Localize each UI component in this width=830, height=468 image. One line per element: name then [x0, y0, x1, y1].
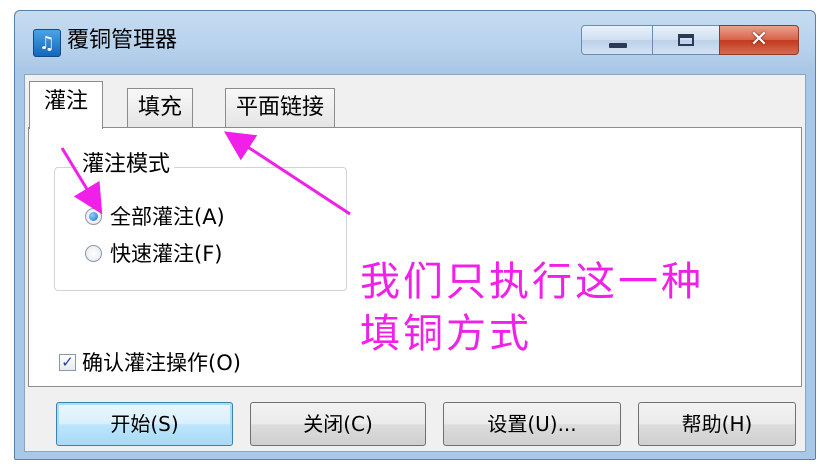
pour-mode-group: 灌注模式 全部灌注(A) 快速灌注(F)	[54, 150, 347, 291]
dialog-client-area: 灌注 填充 平面链接 灌注模式 全部灌注(A) 快速灌注(F) 我们只执行这一种…	[24, 74, 806, 452]
radio-pour-all-indicator[interactable]	[85, 207, 102, 225]
pour-mode-legend: 灌注模式	[78, 150, 175, 180]
maximize-icon	[678, 34, 694, 46]
close-button[interactable]: 关闭(C)	[250, 402, 426, 446]
tab-strip: 灌注 填充 平面链接	[25, 75, 805, 129]
radio-quick-pour-label: 快速灌注(F)	[110, 242, 223, 266]
tab-plane-connect[interactable]: 平面链接	[225, 88, 336, 128]
radio-pour-all-label: 全部灌注(A)	[110, 205, 225, 229]
radio-pour-all[interactable]: 全部灌注(A)	[85, 201, 225, 231]
app-icon[interactable]: ♫	[33, 29, 61, 57]
annotation-text: 我们只执行这一种 填铜方式	[360, 256, 780, 360]
annotation-line-2: 填铜方式	[360, 311, 532, 357]
confirm-pour-label: 确认灌注操作(O)	[82, 351, 241, 375]
minimize-icon	[609, 43, 627, 48]
settings-button[interactable]: 设置(U)...	[443, 402, 621, 446]
window-controls: ✕	[581, 25, 799, 55]
help-button[interactable]: 帮助(H)	[638, 402, 796, 446]
close-icon: ✕	[749, 27, 769, 52]
tab-pour[interactable]: 灌注	[29, 81, 104, 129]
radio-quick-pour[interactable]: 快速灌注(F)	[85, 238, 222, 268]
tab-fill[interactable]: 填充	[127, 88, 194, 128]
confirm-pour-checkbox[interactable]: ✓	[59, 353, 76, 371]
minimize-button[interactable]	[581, 25, 653, 55]
window-title: 覆铜管理器	[67, 28, 178, 53]
confirm-pour-checkbox-row[interactable]: ✓ 确认灌注操作(O)	[59, 347, 241, 377]
tab-panel-pour: 灌注模式 全部灌注(A) 快速灌注(F) 我们只执行这一种 填铜方式 ✓ 确认灌…	[28, 127, 802, 387]
start-button[interactable]: 开始(S)	[56, 402, 233, 446]
maximize-button[interactable]	[652, 25, 720, 55]
radio-quick-pour-indicator[interactable]	[85, 244, 102, 262]
close-window-button[interactable]: ✕	[719, 25, 799, 55]
title-bar[interactable]: ♫ 覆铜管理器 ✕	[15, 11, 815, 69]
annotation-line-1: 我们只执行这一种	[360, 259, 704, 305]
copper-pour-manager-window: ♫ 覆铜管理器 ✕ 灌注 填充 平面链接 灌注模式 全部灌注(A) 快速灌注(F…	[14, 10, 816, 460]
